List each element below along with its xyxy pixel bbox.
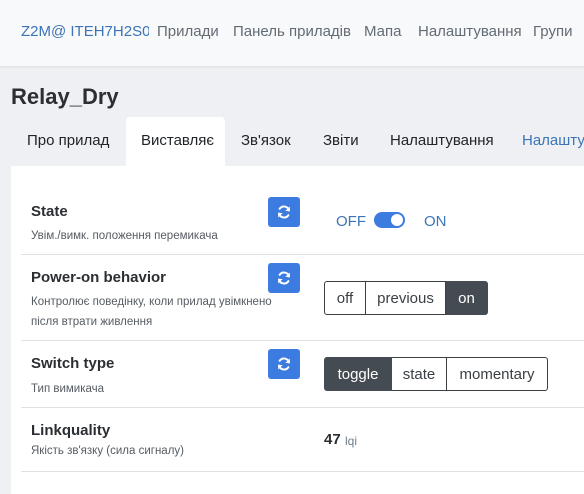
row-divider <box>21 340 584 341</box>
brand-link[interactable]: Z2M@ ITEH7H2S0 <box>21 23 149 40</box>
switch-type-momentary-button[interactable]: momentary <box>447 357 548 391</box>
nav-item-groups[interactable]: Групи <box>533 23 572 40</box>
switch-type-label: Switch type <box>31 355 115 372</box>
row-divider <box>21 254 584 255</box>
linkquality-label: Linkquality <box>31 422 111 439</box>
switch-type-description: Тип вимикача <box>31 383 105 395</box>
tab-about[interactable]: Про прилад <box>27 132 109 149</box>
power-on-behavior-label: Power-on behavior <box>31 269 167 286</box>
state-label: State <box>31 203 68 220</box>
tab-settings[interactable]: Налаштування <box>390 132 494 149</box>
linkquality-value: 47 <box>324 431 341 448</box>
tab-reporting[interactable]: Звіти <box>323 132 359 149</box>
top-navbar: Z2M@ ITEH7H2S0 Прилади Панель приладів М… <box>0 0 584 66</box>
row-divider <box>21 407 584 408</box>
tab-settings-specific[interactable]: Налашту <box>522 132 584 149</box>
nav-item-dashboard[interactable]: Панель приладів <box>233 23 351 40</box>
row-divider <box>21 471 584 472</box>
nav-item-settings[interactable]: Налаштування <box>418 23 522 40</box>
state-on-label: ON <box>424 213 447 230</box>
switch-type-toggle-button[interactable]: toggle <box>324 357 392 391</box>
state-toggle-switch[interactable] <box>374 212 405 228</box>
page-title: Relay_Dry <box>11 84 119 109</box>
nav-item-map[interactable]: Мапа <box>364 23 401 40</box>
power-on-behavior-description: Контролює поведінку, коли прилад увімкне… <box>31 296 272 308</box>
power-on-behavior-description-2: після втрати живлення <box>31 316 153 328</box>
switch-knob <box>391 214 403 226</box>
switch-type-button-group: toggle state momentary <box>324 357 548 391</box>
refresh-icon <box>278 357 290 371</box>
linkquality-description: Якість зв'язку (сила сигналу) <box>31 445 184 457</box>
switch-type-state-button[interactable]: state <box>392 357 447 391</box>
power-on-on-button[interactable]: on <box>446 281 488 315</box>
refresh-icon <box>278 271 290 285</box>
power-on-behavior-refresh-button[interactable] <box>268 263 300 293</box>
nav-item-devices[interactable]: Прилади <box>157 23 219 40</box>
linkquality-unit: lqi <box>345 434 358 448</box>
tab-bind[interactable]: Зв'язок <box>241 132 291 149</box>
state-description: Увім./вимк. положення перемикача <box>31 230 218 242</box>
state-off-label: OFF <box>336 213 366 230</box>
switch-type-refresh-button[interactable] <box>268 349 300 379</box>
power-on-behavior-button-group: off previous on <box>324 281 488 315</box>
refresh-icon <box>278 205 290 219</box>
tab-exposes[interactable]: Виставляє <box>141 132 214 149</box>
state-refresh-button[interactable] <box>268 197 300 227</box>
power-on-previous-button[interactable]: previous <box>366 281 446 315</box>
power-on-off-button[interactable]: off <box>324 281 366 315</box>
